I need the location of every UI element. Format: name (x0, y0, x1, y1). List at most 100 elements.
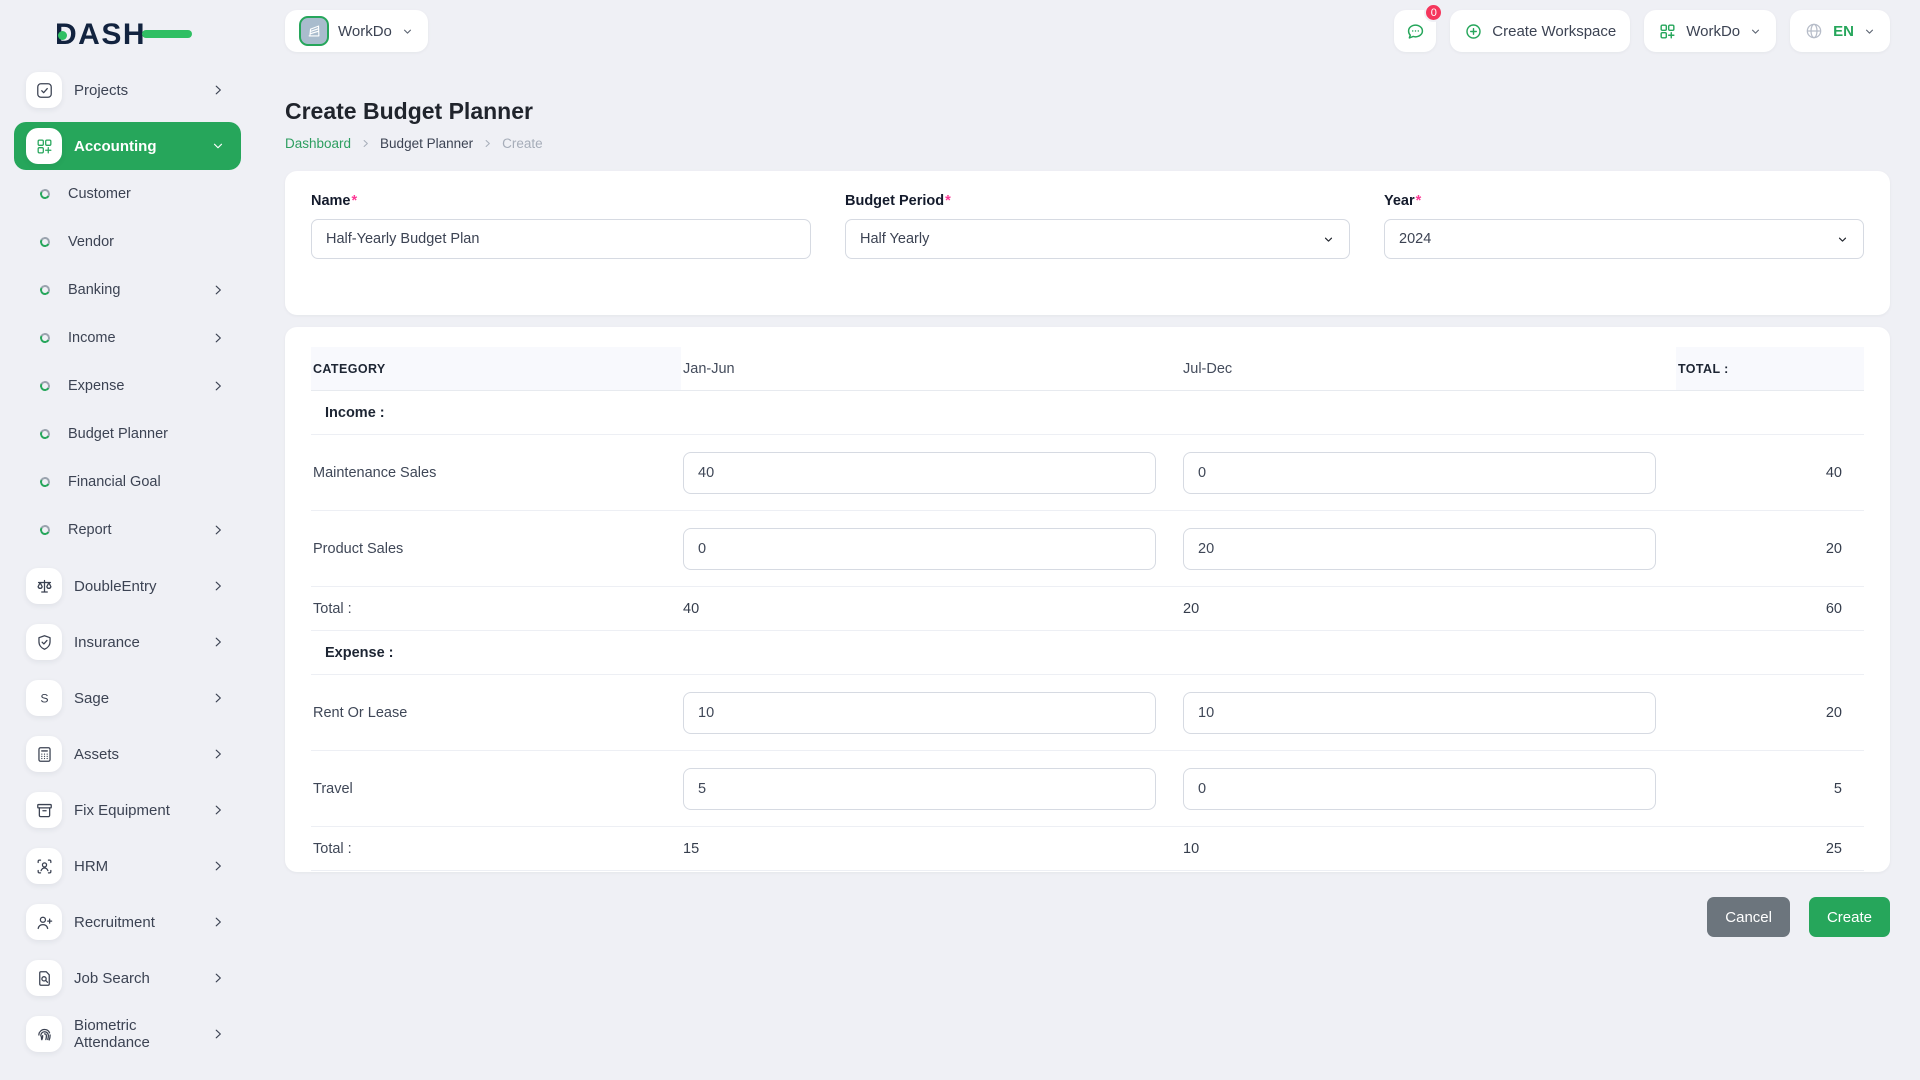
breadcrumb-dashboard-link[interactable]: Dashboard (285, 136, 351, 151)
cancel-button[interactable]: Cancel (1707, 897, 1790, 937)
chevron-right-icon (211, 859, 225, 873)
name-label: Name* (311, 193, 811, 209)
calculator-icon (26, 736, 62, 772)
budget-period-value: Half Yearly (860, 231, 929, 247)
product-sales-jan-jun-input[interactable] (683, 528, 1156, 570)
budget-period-label: Budget Period* (845, 193, 1350, 209)
sidebar-nav: ProjectsAccountingCustomerVendorBankingI… (0, 66, 255, 1058)
chevron-down-icon (211, 139, 225, 153)
workspace-switcher[interactable]: WorkDo (285, 10, 428, 52)
archive-icon (26, 792, 62, 828)
category-row-travel: Travel5 (311, 751, 1864, 827)
breadcrumb-budget-planner-link[interactable]: Budget Planner (380, 136, 473, 151)
language-selector[interactable]: EN (1790, 10, 1890, 52)
checkbox-icon (26, 72, 62, 108)
circle-plus-icon (1464, 22, 1483, 41)
sidebar-item-income[interactable]: Income (14, 314, 241, 362)
sidebar-item-label: HRM (74, 858, 211, 875)
sidebar-item-hrm[interactable]: HRM (14, 842, 241, 890)
sidebar-item-report[interactable]: Report (14, 506, 241, 554)
sidebar-item-assets[interactable]: Assets (14, 730, 241, 778)
sidebar-item-label: DoubleEntry (74, 578, 211, 595)
budget-period-select[interactable]: Half Yearly (845, 219, 1350, 259)
bullet-icon (39, 380, 51, 392)
bullet-icon (39, 524, 51, 536)
sidebar-item-vendor[interactable]: Vendor (14, 218, 241, 266)
chevron-right-icon (211, 283, 225, 297)
language-code: EN (1833, 23, 1854, 40)
chevron-right-icon (211, 635, 225, 649)
sidebar-item-expense[interactable]: Expense (14, 362, 241, 410)
sidebar-item-fix-equipment[interactable]: Fix Equipment (14, 786, 241, 834)
section-total-row: Total :151025 (311, 827, 1864, 871)
chevron-down-icon (1836, 233, 1849, 246)
fingerprint-icon (26, 1016, 62, 1052)
sidebar-item-sage[interactable]: SSage (14, 674, 241, 722)
chevron-right-icon (211, 83, 225, 97)
row-total-value: 20 (1676, 541, 1864, 557)
rent-or-lease-jul-dec-input[interactable] (1183, 692, 1656, 734)
sidebar-item-label: Fix Equipment (74, 802, 211, 819)
workspace-name: WorkDo (338, 23, 392, 40)
sidebar-item-accounting[interactable]: Accounting (14, 122, 241, 170)
sidebar-item-label: Job Search (74, 970, 211, 987)
create-button[interactable]: Create (1809, 897, 1890, 937)
sidebar-item-financial-goal[interactable]: Financial Goal (14, 458, 241, 506)
app-logo[interactable]: DASH (0, 0, 255, 58)
name-input[interactable] (311, 219, 811, 259)
workspace-avatar-icon (299, 16, 329, 46)
travel-jan-jun-input[interactable] (683, 768, 1156, 810)
total-jul-dec-value: 10 (1181, 841, 1676, 857)
row-total-value: 20 (1676, 705, 1864, 721)
page-title: Create Budget Planner (285, 98, 1890, 125)
sidebar-item-recruitment[interactable]: Recruitment (14, 898, 241, 946)
messages-button[interactable]: 0 (1394, 10, 1436, 52)
sidebar-item-job-search[interactable]: Job Search (14, 954, 241, 1002)
total-jan-jun-value: 15 (681, 841, 1181, 857)
chevron-right-icon (211, 971, 225, 985)
chevron-down-icon (401, 25, 414, 38)
sidebar-item-label: Assets (74, 746, 211, 763)
product-sales-jul-dec-input[interactable] (1183, 528, 1656, 570)
messages-count-badge: 0 (1424, 3, 1443, 22)
budget-table-card: CATEGORYJan-JunJul-DecTOTAL :Income :Mai… (285, 327, 1890, 872)
year-label: Year* (1384, 193, 1864, 209)
breadcrumb-separator-icon (482, 138, 493, 149)
year-select[interactable]: 2024 (1384, 219, 1864, 259)
category-label: Rent Or Lease (311, 705, 681, 721)
maintenance-sales-jan-jun-input[interactable] (683, 452, 1156, 494)
sidebar-item-biometric-attendance[interactable]: Biometric Attendance (14, 1010, 241, 1058)
travel-jul-dec-input[interactable] (1183, 768, 1656, 810)
section-heading: Income : (311, 405, 681, 421)
sidebar-item-customer[interactable]: Customer (14, 170, 241, 218)
sidebar: DASH Projects AccountingCustomerVendorBan… (0, 0, 255, 1080)
logo-dash-accent (142, 30, 192, 38)
sidebar-item-projects[interactable]: Projects (14, 66, 241, 114)
section-total-row: Total :402060 (311, 587, 1864, 631)
sidebar-item-label: Expense (68, 377, 211, 395)
column-header-category: CATEGORY (311, 347, 681, 390)
user-workspace-menu[interactable]: WorkDo (1644, 10, 1776, 52)
rent-or-lease-jan-jun-input[interactable] (683, 692, 1156, 734)
category-row-maintenance-sales: Maintenance Sales40 (311, 435, 1864, 511)
sidebar-item-budget-planner[interactable]: Budget Planner (14, 410, 241, 458)
chevron-right-icon (211, 803, 225, 817)
form-actions: Cancel Create (285, 897, 1890, 937)
person-plus-icon (26, 904, 62, 940)
category-row-rent-or-lease: Rent Or Lease 20 (311, 675, 1864, 751)
sidebar-item-insurance[interactable]: Insurance (14, 618, 241, 666)
total-grand-value: 60 (1676, 601, 1864, 617)
chevron-down-icon (1322, 233, 1335, 246)
row-total-value: 5 (1676, 781, 1864, 797)
required-mark: * (945, 193, 951, 209)
sidebar-item-label: Sage (74, 690, 211, 707)
create-workspace-button[interactable]: Create Workspace (1450, 10, 1630, 52)
total-label: Total : (311, 601, 681, 617)
sidebar-item-banking[interactable]: Banking (14, 266, 241, 314)
chevron-right-icon (211, 747, 225, 761)
sidebar-item-label: Insurance (74, 634, 211, 651)
maintenance-sales-jul-dec-input[interactable] (1183, 452, 1656, 494)
sidebar-item-doubleentry[interactable]: DoubleEntry (14, 562, 241, 610)
scales-icon (26, 568, 62, 604)
chevron-right-icon (211, 915, 225, 929)
